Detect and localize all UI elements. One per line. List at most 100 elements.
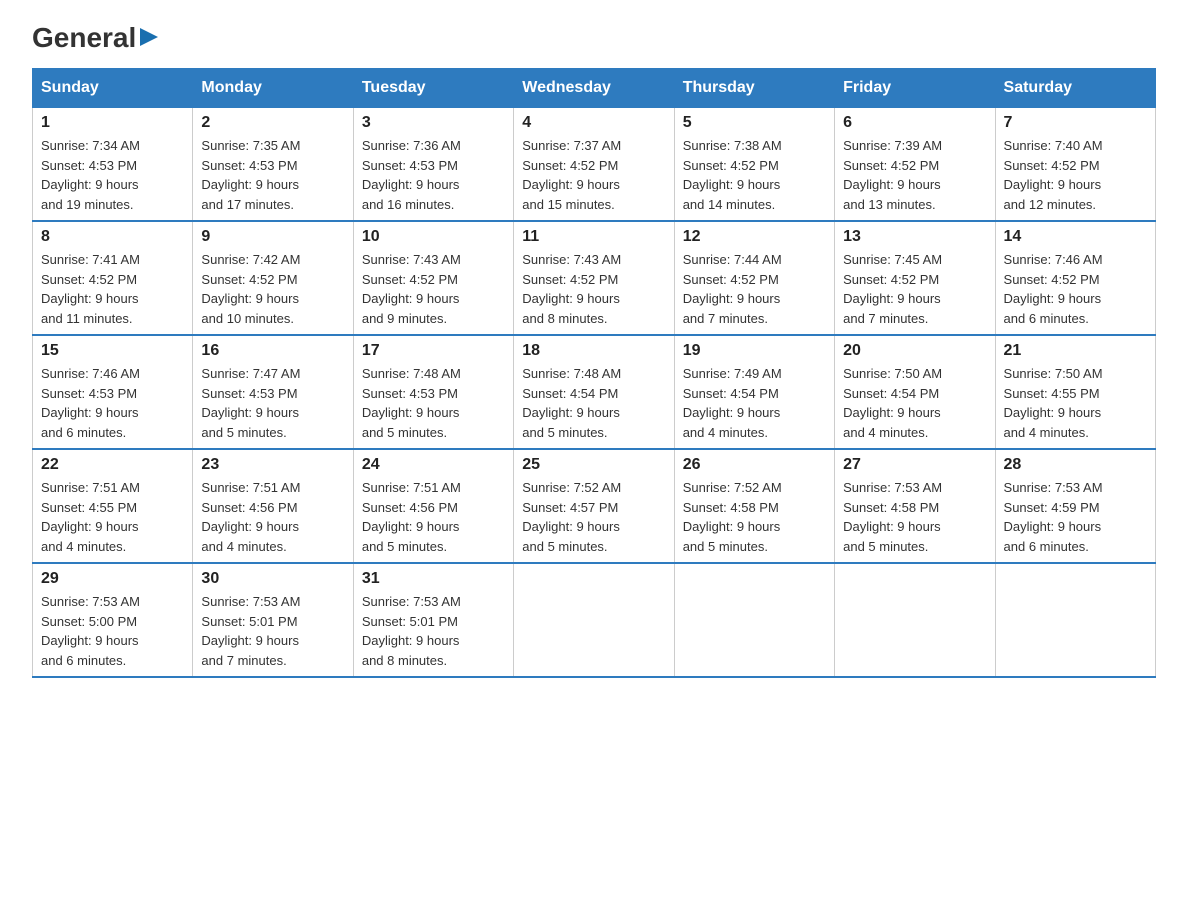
day-number: 8 <box>41 228 184 246</box>
cell-info: Sunrise: 7:51 AMSunset: 4:55 PMDaylight:… <box>41 480 140 554</box>
day-number: 30 <box>201 570 344 588</box>
calendar-cell <box>995 563 1155 677</box>
cell-info: Sunrise: 7:46 AMSunset: 4:52 PMDaylight:… <box>1004 252 1103 326</box>
logo-general: General <box>32 24 136 52</box>
day-number: 20 <box>843 342 986 360</box>
calendar-cell: 23 Sunrise: 7:51 AMSunset: 4:56 PMDaylig… <box>193 449 353 563</box>
calendar-cell: 7 Sunrise: 7:40 AMSunset: 4:52 PMDayligh… <box>995 108 1155 222</box>
calendar-cell: 16 Sunrise: 7:47 AMSunset: 4:53 PMDaylig… <box>193 335 353 449</box>
calendar-cell: 14 Sunrise: 7:46 AMSunset: 4:52 PMDaylig… <box>995 221 1155 335</box>
calendar-cell: 9 Sunrise: 7:42 AMSunset: 4:52 PMDayligh… <box>193 221 353 335</box>
day-number: 3 <box>362 114 505 132</box>
cell-info: Sunrise: 7:46 AMSunset: 4:53 PMDaylight:… <box>41 366 140 440</box>
day-number: 29 <box>41 570 184 588</box>
calendar-week-row: 15 Sunrise: 7:46 AMSunset: 4:53 PMDaylig… <box>33 335 1156 449</box>
calendar-week-row: 8 Sunrise: 7:41 AMSunset: 4:52 PMDayligh… <box>33 221 1156 335</box>
calendar-cell: 31 Sunrise: 7:53 AMSunset: 5:01 PMDaylig… <box>353 563 513 677</box>
calendar-cell <box>835 563 995 677</box>
calendar-cell: 28 Sunrise: 7:53 AMSunset: 4:59 PMDaylig… <box>995 449 1155 563</box>
logo-arrow-icon <box>138 26 160 48</box>
calendar-cell: 19 Sunrise: 7:49 AMSunset: 4:54 PMDaylig… <box>674 335 834 449</box>
day-number: 23 <box>201 456 344 474</box>
calendar-cell: 10 Sunrise: 7:43 AMSunset: 4:52 PMDaylig… <box>353 221 513 335</box>
cell-info: Sunrise: 7:51 AMSunset: 4:56 PMDaylight:… <box>362 480 461 554</box>
calendar-cell: 4 Sunrise: 7:37 AMSunset: 4:52 PMDayligh… <box>514 108 674 222</box>
header-tuesday: Tuesday <box>353 69 513 108</box>
cell-info: Sunrise: 7:43 AMSunset: 4:52 PMDaylight:… <box>362 252 461 326</box>
cell-info: Sunrise: 7:45 AMSunset: 4:52 PMDaylight:… <box>843 252 942 326</box>
header-friday: Friday <box>835 69 995 108</box>
day-number: 13 <box>843 228 986 246</box>
cell-info: Sunrise: 7:41 AMSunset: 4:52 PMDaylight:… <box>41 252 140 326</box>
day-number: 11 <box>522 228 665 246</box>
calendar-cell: 18 Sunrise: 7:48 AMSunset: 4:54 PMDaylig… <box>514 335 674 449</box>
cell-info: Sunrise: 7:42 AMSunset: 4:52 PMDaylight:… <box>201 252 300 326</box>
day-number: 19 <box>683 342 826 360</box>
day-number: 1 <box>41 114 184 132</box>
cell-info: Sunrise: 7:48 AMSunset: 4:53 PMDaylight:… <box>362 366 461 440</box>
day-number: 17 <box>362 342 505 360</box>
header-wednesday: Wednesday <box>514 69 674 108</box>
calendar-cell: 25 Sunrise: 7:52 AMSunset: 4:57 PMDaylig… <box>514 449 674 563</box>
calendar-cell: 12 Sunrise: 7:44 AMSunset: 4:52 PMDaylig… <box>674 221 834 335</box>
cell-info: Sunrise: 7:53 AMSunset: 5:00 PMDaylight:… <box>41 594 140 668</box>
calendar-cell: 30 Sunrise: 7:53 AMSunset: 5:01 PMDaylig… <box>193 563 353 677</box>
calendar-week-row: 29 Sunrise: 7:53 AMSunset: 5:00 PMDaylig… <box>33 563 1156 677</box>
header-thursday: Thursday <box>674 69 834 108</box>
calendar-cell: 13 Sunrise: 7:45 AMSunset: 4:52 PMDaylig… <box>835 221 995 335</box>
cell-info: Sunrise: 7:44 AMSunset: 4:52 PMDaylight:… <box>683 252 782 326</box>
calendar-week-row: 22 Sunrise: 7:51 AMSunset: 4:55 PMDaylig… <box>33 449 1156 563</box>
cell-info: Sunrise: 7:50 AMSunset: 4:54 PMDaylight:… <box>843 366 942 440</box>
calendar-cell: 26 Sunrise: 7:52 AMSunset: 4:58 PMDaylig… <box>674 449 834 563</box>
calendar-cell: 29 Sunrise: 7:53 AMSunset: 5:00 PMDaylig… <box>33 563 193 677</box>
cell-info: Sunrise: 7:52 AMSunset: 4:57 PMDaylight:… <box>522 480 621 554</box>
day-number: 18 <box>522 342 665 360</box>
day-number: 25 <box>522 456 665 474</box>
header-monday: Monday <box>193 69 353 108</box>
cell-info: Sunrise: 7:37 AMSunset: 4:52 PMDaylight:… <box>522 138 621 212</box>
day-number: 9 <box>201 228 344 246</box>
cell-info: Sunrise: 7:40 AMSunset: 4:52 PMDaylight:… <box>1004 138 1103 212</box>
cell-info: Sunrise: 7:48 AMSunset: 4:54 PMDaylight:… <box>522 366 621 440</box>
day-number: 27 <box>843 456 986 474</box>
calendar-cell: 15 Sunrise: 7:46 AMSunset: 4:53 PMDaylig… <box>33 335 193 449</box>
header-saturday: Saturday <box>995 69 1155 108</box>
cell-info: Sunrise: 7:36 AMSunset: 4:53 PMDaylight:… <box>362 138 461 212</box>
cell-info: Sunrise: 7:53 AMSunset: 4:58 PMDaylight:… <box>843 480 942 554</box>
calendar-cell: 17 Sunrise: 7:48 AMSunset: 4:53 PMDaylig… <box>353 335 513 449</box>
day-number: 28 <box>1004 456 1147 474</box>
calendar-cell: 24 Sunrise: 7:51 AMSunset: 4:56 PMDaylig… <box>353 449 513 563</box>
day-number: 15 <box>41 342 184 360</box>
cell-info: Sunrise: 7:52 AMSunset: 4:58 PMDaylight:… <box>683 480 782 554</box>
day-number: 31 <box>362 570 505 588</box>
calendar-cell: 6 Sunrise: 7:39 AMSunset: 4:52 PMDayligh… <box>835 108 995 222</box>
calendar-header-row: SundayMondayTuesdayWednesdayThursdayFrid… <box>33 69 1156 108</box>
day-number: 24 <box>362 456 505 474</box>
cell-info: Sunrise: 7:53 AMSunset: 5:01 PMDaylight:… <box>201 594 300 668</box>
calendar-cell: 8 Sunrise: 7:41 AMSunset: 4:52 PMDayligh… <box>33 221 193 335</box>
cell-info: Sunrise: 7:51 AMSunset: 4:56 PMDaylight:… <box>201 480 300 554</box>
day-number: 4 <box>522 114 665 132</box>
cell-info: Sunrise: 7:53 AMSunset: 4:59 PMDaylight:… <box>1004 480 1103 554</box>
day-number: 14 <box>1004 228 1147 246</box>
day-number: 22 <box>41 456 184 474</box>
logo: General <box>32 24 160 48</box>
calendar-cell: 20 Sunrise: 7:50 AMSunset: 4:54 PMDaylig… <box>835 335 995 449</box>
cell-info: Sunrise: 7:47 AMSunset: 4:53 PMDaylight:… <box>201 366 300 440</box>
cell-info: Sunrise: 7:38 AMSunset: 4:52 PMDaylight:… <box>683 138 782 212</box>
day-number: 7 <box>1004 114 1147 132</box>
calendar-cell: 22 Sunrise: 7:51 AMSunset: 4:55 PMDaylig… <box>33 449 193 563</box>
day-number: 26 <box>683 456 826 474</box>
calendar-table: SundayMondayTuesdayWednesdayThursdayFrid… <box>32 68 1156 678</box>
cell-info: Sunrise: 7:39 AMSunset: 4:52 PMDaylight:… <box>843 138 942 212</box>
cell-info: Sunrise: 7:35 AMSunset: 4:53 PMDaylight:… <box>201 138 300 212</box>
cell-info: Sunrise: 7:34 AMSunset: 4:53 PMDaylight:… <box>41 138 140 212</box>
calendar-cell: 3 Sunrise: 7:36 AMSunset: 4:53 PMDayligh… <box>353 108 513 222</box>
cell-info: Sunrise: 7:53 AMSunset: 5:01 PMDaylight:… <box>362 594 461 668</box>
cell-info: Sunrise: 7:50 AMSunset: 4:55 PMDaylight:… <box>1004 366 1103 440</box>
day-number: 6 <box>843 114 986 132</box>
cell-info: Sunrise: 7:43 AMSunset: 4:52 PMDaylight:… <box>522 252 621 326</box>
calendar-cell: 21 Sunrise: 7:50 AMSunset: 4:55 PMDaylig… <box>995 335 1155 449</box>
day-number: 16 <box>201 342 344 360</box>
day-number: 10 <box>362 228 505 246</box>
